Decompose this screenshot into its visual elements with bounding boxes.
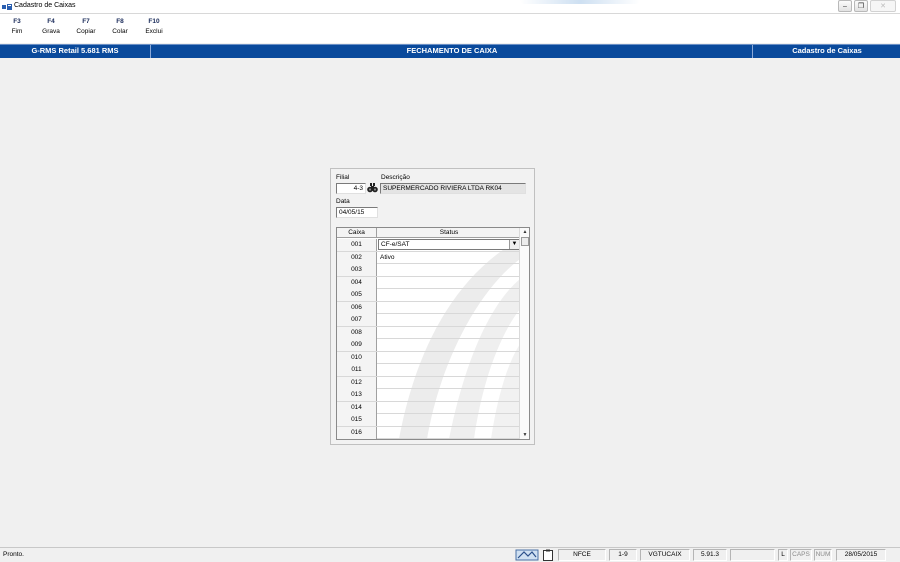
scroll-down-icon[interactable]: ▼ [520,431,529,439]
caixa-cell: 004 [337,276,377,289]
cash-register-panel: Filial Descrição 4-3 SUPERMERCADO RIVIER… [330,168,535,445]
scrollbar-thumb[interactable] [521,237,529,246]
window-title: Cadastro de Caixas [14,2,76,9]
title-bar-glow [520,0,640,4]
status-panel-caps: CAPS [790,549,812,561]
toolbar-label: Exclui [145,28,163,35]
table-row[interactable]: 011 [337,364,520,377]
status-panel-num: NUM [814,549,832,561]
toolbar-exclui-button[interactable]: F10 Exclui [139,18,169,35]
toolbar-grava-button[interactable]: F4 Grava [36,18,66,35]
grid-rows: 001 002 Ativo 003 004 005 006 007 008 009… [337,239,520,439]
toolbar-key: F8 [116,18,124,25]
app-icon [2,4,12,10]
status-message: Pronto. [3,551,24,558]
table-row[interactable]: 002 Ativo [337,251,520,264]
status-bar: Pronto. NFCE 1-9 VGTUCAIX 5.91.3 L CAPS … [0,547,900,562]
toolbar: F3 Fim F4 Grava F7 Copiar F8 Colar F10 E… [0,14,900,43]
toolbar-label: Grava [42,28,60,35]
caixa-cell: 012 [337,376,377,389]
status-panel-version: 5.91.3 [693,549,727,561]
chevron-down-icon[interactable]: ▼ [509,240,519,249]
table-row[interactable]: 009 [337,339,520,352]
table-row[interactable]: 006 [337,301,520,314]
status-dropdown-value: CF-e/SAT [381,241,410,248]
header-screen-title: FECHAMENTO DE CAIXA [152,45,753,58]
grid-vertical-scrollbar[interactable]: ▲ ▼ [519,228,529,439]
minimize-button[interactable]: – [838,0,852,12]
caixa-cell: 006 [337,301,377,314]
window-controls: – ❐ ✕ [838,0,896,13]
caixa-cell: 005 [337,289,377,301]
table-row[interactable]: 014 [337,401,520,414]
descricao-field: SUPERMERCADO RIVIERA LTDA RK04 [380,183,526,194]
filial-label: Filial [336,174,350,181]
toolbar-key: F4 [47,18,55,25]
close-button[interactable]: ✕ [870,0,896,12]
table-row[interactable]: 012 [337,376,520,389]
table-row[interactable]: 010 [337,351,520,364]
cash-register-grid: Caixa Status 001 002 Ativo 003 004 005 00… [336,227,530,440]
header-module: Cadastro de Caixas [792,46,862,55]
restore-icon: ❐ [857,2,865,10]
restore-button[interactable]: ❐ [854,0,868,12]
status-panel-l: L [778,549,788,561]
close-icon: ✕ [880,2,886,10]
module-header: G-RMS Retail 5.681 RMS FECHAMENTO DE CAI… [0,44,900,58]
data-label: Data [336,198,350,205]
toolbar-key: F7 [82,18,90,25]
network-icon [515,549,539,561]
status-panel-program: VGTUCAIX [640,549,690,561]
toolbar-copiar-button[interactable]: F7 Copiar [71,18,101,35]
table-row[interactable]: 015 [337,414,520,427]
toolbar-key: F3 [13,18,21,25]
data-field[interactable]: 04/05/15 [336,207,378,218]
descricao-label: Descrição [381,174,410,181]
toolbar-key: F10 [148,18,160,25]
minimize-icon: – [843,2,847,10]
table-row[interactable]: 008 [337,326,520,339]
table-row[interactable]: 005 [337,289,520,302]
table-row[interactable]: 016 [337,426,520,439]
toolbar-label: Colar [112,28,128,35]
caixa-cell: 007 [337,314,377,326]
clipboard-icon [543,549,553,561]
status-cell: Ativo [380,253,395,261]
caixa-cell: 015 [337,414,377,426]
toolbar-label: Copiar [76,28,96,35]
caixa-cell: 008 [337,326,377,339]
caixa-cell: 001 [337,239,377,251]
toolbar-label: Fim [11,28,23,35]
filial-field[interactable]: 4-3 [336,183,366,194]
binoculars-search-icon[interactable] [367,183,378,193]
caixa-cell: 014 [337,401,377,414]
status-dropdown[interactable]: CF-e/SAT ▼ [378,239,520,250]
status-panel-date: 28/05/2015 [836,549,886,561]
table-row[interactable]: 004 [337,276,520,289]
column-header-caixa[interactable]: Caixa [337,228,377,238]
caixa-cell: 010 [337,351,377,364]
status-panel-module: NFCE [558,549,606,561]
caixa-cell: 016 [337,426,377,439]
scroll-up-icon[interactable]: ▲ [520,228,529,236]
status-panel-filial: 1-9 [609,549,637,561]
table-row[interactable]: 003 [337,264,520,277]
table-row[interactable]: 007 [337,314,520,327]
grid-header: Caixa Status [337,228,520,238]
toolbar-colar-button[interactable]: F8 Colar [105,18,135,35]
caixa-cell: 003 [337,264,377,276]
column-header-status[interactable]: Status [378,228,520,238]
status-panel-empty [730,549,775,561]
caixa-cell: 002 [337,251,377,264]
caixa-cell: 013 [337,389,377,401]
table-row[interactable]: 013 [337,389,520,402]
caixa-cell: 011 [337,364,377,376]
header-product: G-RMS Retail 5.681 RMS [0,45,151,58]
toolbar-fim-button[interactable]: F3 Fim [2,18,32,35]
caixa-cell: 009 [337,339,377,351]
title-bar: Cadastro de Caixas – ❐ ✕ [0,0,900,14]
